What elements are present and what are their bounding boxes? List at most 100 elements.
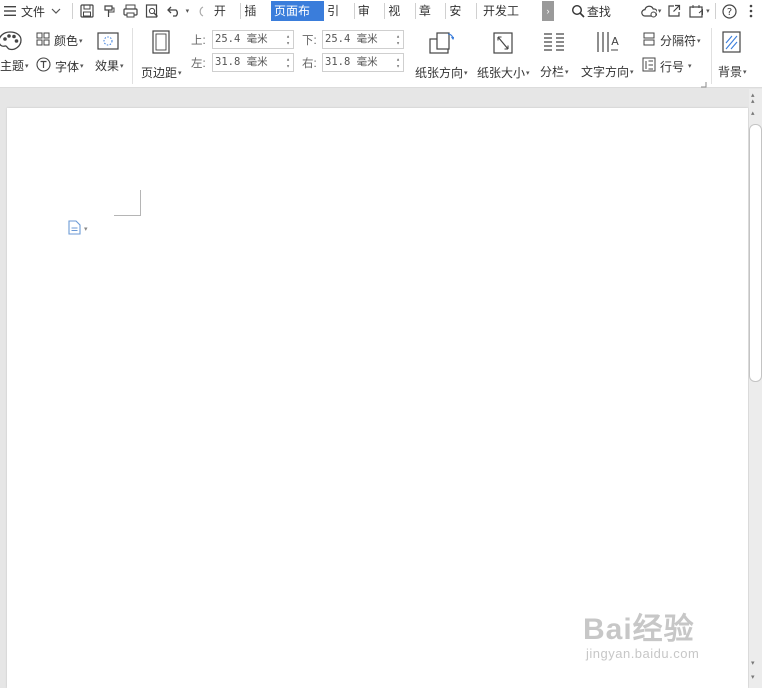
undo-dropdown-icon[interactable]: ▾	[186, 7, 190, 15]
menu-bar: 文件 ▾ 开始 插入 页面布局 引用 审阅 视图 章节 安全 开发工具 › 查找	[0, 0, 762, 38]
chevron-down-icon: ▾	[84, 226, 88, 233]
margin-left-spinner[interactable]: 31.8 毫米 ▴ ▾	[212, 53, 294, 72]
margin-top-spinner[interactable]: 25.4 毫米 ▴ ▾	[212, 30, 294, 49]
chevron-down-icon: ▾	[80, 63, 84, 70]
columns-icon	[542, 31, 566, 56]
hamburger-menu-button[interactable]: 文件	[0, 0, 69, 22]
separator-label: 分隔符	[660, 34, 697, 48]
line-numbers-icon	[642, 57, 656, 75]
tab-insert[interactable]: 插入	[241, 1, 271, 38]
divider	[132, 28, 133, 84]
text-direction-icon: A	[595, 30, 620, 57]
margin-corner-mark	[140, 190, 141, 216]
scroll-down-icon[interactable]: ▾	[751, 659, 755, 667]
spinner-arrows-icon[interactable]: ▴ ▾	[284, 31, 292, 48]
color-grid-icon	[36, 32, 50, 49]
scroll-up-icon[interactable]: ▴	[751, 109, 755, 117]
divider	[711, 28, 712, 84]
scrollbar-thumb[interactable]	[749, 124, 762, 382]
line-numbers-button[interactable]: 行号 ▾	[642, 57, 692, 75]
cloud-sync-button[interactable]: ▾	[639, 0, 664, 22]
chevron-down-icon: ▾	[657, 8, 662, 15]
more-options-icon[interactable]	[743, 3, 759, 19]
spinner-arrows-icon[interactable]: ▴ ▾	[394, 54, 402, 71]
color-button[interactable]: 颜色 ▾	[36, 32, 83, 49]
svg-text:A: A	[612, 35, 620, 48]
tab-view[interactable]: 视图	[385, 1, 415, 38]
chevron-down-icon: ▾	[178, 69, 182, 77]
hamburger-icon	[2, 3, 18, 19]
divider	[714, 3, 716, 19]
help-icon[interactable]: ?	[722, 3, 738, 19]
margin-left-value: 31.8 毫米	[215, 56, 268, 68]
spinner-arrows-icon[interactable]: ▴ ▾	[394, 31, 402, 48]
effect-button[interactable]	[97, 32, 119, 53]
print-preview-icon[interactable]	[144, 3, 160, 19]
margin-right-spinner[interactable]: 31.8 毫米 ▴ ▾	[322, 53, 404, 72]
chevron-down-icon: ▾	[688, 63, 692, 70]
font-button[interactable]: 字体 ▾	[36, 57, 84, 75]
tab-home[interactable]: 开始	[211, 1, 241, 38]
chevron-down-icon: ▾	[565, 68, 569, 76]
separator-icon	[642, 32, 656, 49]
color-label: 颜色	[54, 34, 79, 48]
separator-button[interactable]: 分隔符 ▾	[642, 32, 701, 49]
background-button[interactable]: 背景 ▾	[718, 30, 747, 80]
paper-size-button[interactable]: 纸张大小 ▾	[477, 31, 530, 81]
chevron-down-icon: ▾	[743, 68, 747, 76]
margins-button[interactable]: 页边距 ▾	[141, 30, 182, 81]
chevron-down-icon: ▾	[697, 37, 701, 45]
tab-security[interactable]: 安全	[446, 1, 476, 38]
calendar-sync-icon	[688, 3, 704, 19]
print-icon[interactable]	[122, 3, 138, 19]
tab-chapter[interactable]: 章节	[416, 1, 446, 38]
cloud-icon	[641, 3, 657, 19]
chevron-down-icon: ▾	[25, 62, 29, 70]
watermark-brand: Bai经验	[583, 613, 695, 646]
columns-button[interactable]: 分栏 ▾	[540, 31, 569, 80]
watermark-url: jingyan.baidu.com	[586, 646, 700, 661]
format-painter-icon[interactable]	[101, 3, 117, 19]
paper-size-icon	[492, 31, 514, 58]
chevron-down-icon: ▾	[464, 69, 468, 77]
spinner-arrows-icon[interactable]: ▴ ▾	[284, 54, 292, 71]
save-icon[interactable]	[79, 3, 95, 19]
divider	[72, 3, 73, 19]
chevron-down-icon: ▾	[706, 8, 710, 15]
effect-label: 效果	[95, 59, 120, 73]
svg-text:?: ?	[727, 7, 732, 18]
undo-icon[interactable]	[166, 3, 182, 19]
share-icon[interactable]	[666, 3, 682, 19]
search-label: 查找	[586, 4, 611, 19]
effect-icon	[97, 32, 119, 53]
margin-bottom-spinner[interactable]: 25.4 毫米 ▴ ▾	[322, 30, 404, 49]
scroll-up-icon[interactable]: ▴	[751, 97, 755, 105]
redo-icon[interactable]	[192, 3, 208, 19]
theme-button[interactable]	[0, 30, 22, 55]
page-orientation-icon	[428, 31, 455, 58]
paste-options-button[interactable]: ▾	[68, 220, 88, 238]
vertical-scrollbar[interactable]: ▴ ▴ ▴ ▾ ▾	[749, 89, 762, 688]
chevron-down-icon: ▾	[79, 37, 83, 45]
tab-review[interactable]: 审阅	[355, 1, 385, 38]
document-page[interactable]	[7, 108, 748, 688]
effect-label-button[interactable]: 效果 ▾	[95, 57, 124, 74]
tab-references[interactable]: 引用	[324, 1, 354, 38]
text-direction-button[interactable]: A 文字方向 ▾	[581, 30, 634, 80]
tab-developer[interactable]: 开发工具	[477, 1, 536, 38]
chevron-down-icon: ▾	[526, 69, 530, 77]
search-button[interactable]: 查找	[568, 0, 613, 22]
orientation-button[interactable]: 纸张方向 ▾	[415, 31, 468, 81]
margins-icon	[150, 30, 172, 57]
paper-size-label: 纸张大小	[477, 66, 526, 80]
orientation-label: 纸张方向	[415, 66, 464, 80]
margin-right-value: 31.8 毫米	[325, 56, 378, 68]
theme-label-button[interactable]: 主题 ▾	[0, 57, 29, 74]
tab-page-layout[interactable]: 页面布局	[270, 1, 325, 38]
margins-label: 页边距	[141, 66, 178, 80]
scroll-down-icon[interactable]: ▾	[751, 673, 755, 681]
margin-corner-mark	[114, 215, 141, 216]
collaborate-button[interactable]: ▾	[685, 0, 712, 22]
more-tabs-button[interactable]: ›	[542, 1, 554, 21]
chevron-down-icon	[48, 3, 64, 19]
